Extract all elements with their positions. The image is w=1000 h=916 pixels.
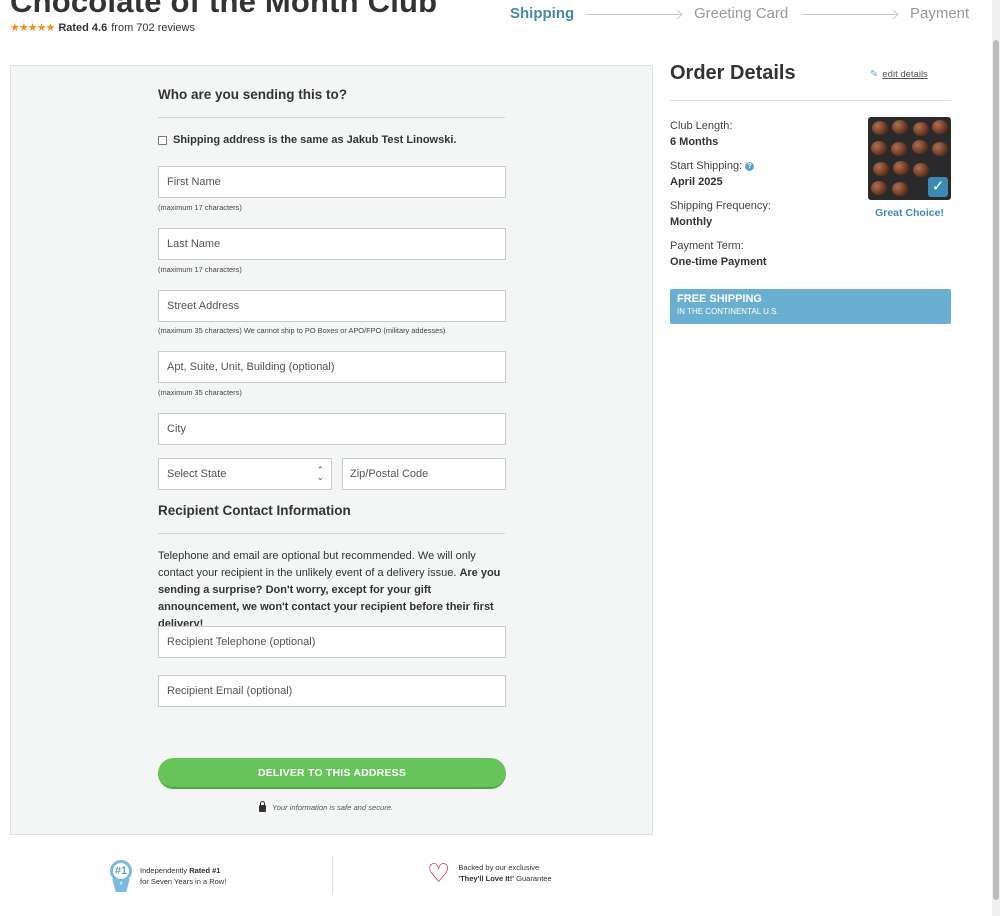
- contact-heading: Recipient Contact Information: [158, 503, 351, 518]
- badge-text-line2: for Seven Years in a Row!: [140, 877, 227, 886]
- zip-code-field[interactable]: Zip/Postal Code: [342, 458, 506, 490]
- product-thumbnail-image: ✓: [868, 117, 951, 200]
- state-select-value: Select State: [167, 468, 227, 480]
- street-address-field[interactable]: Street Address: [158, 290, 506, 322]
- step-arrow-icon: [802, 14, 897, 15]
- step-arrow-icon: [586, 14, 681, 15]
- scrollbar-thumb[interactable]: [993, 40, 999, 900]
- lock-icon: [259, 801, 266, 812]
- start-shipping: Start Shipping:? April 2025: [670, 160, 755, 188]
- start-shipping-label: Start Shipping:: [670, 160, 743, 172]
- divider: [158, 533, 505, 534]
- badge-text: Independently Rated #1 for Seven Years i…: [140, 865, 226, 887]
- chocolate-piece: [912, 140, 928, 154]
- recipient-phone-field[interactable]: Recipient Telephone (optional): [158, 626, 506, 658]
- contact-info-normal: Telephone and email are optional but rec…: [158, 550, 476, 579]
- shipping-frequency-value: Monthly: [670, 216, 713, 228]
- divider: [158, 117, 505, 118]
- guarantee-badge: ♡ Backed by our exclusive 'They'll Love …: [427, 860, 552, 886]
- shipping-frequency: Shipping Frequency: Monthly: [670, 200, 771, 228]
- checkout-page: Chocolate of the Month Club ★★★★★ Rated …: [0, 0, 1000, 916]
- state-select[interactable]: Select State ⌃ ⌄: [158, 458, 332, 490]
- club-length-value: 6 Months: [670, 136, 719, 148]
- badge-text-bold: Rated #1: [189, 866, 221, 875]
- chocolate-piece: [891, 142, 907, 156]
- shipping-frequency-label: Shipping Frequency:: [670, 200, 771, 212]
- apt-suite-field[interactable]: Apt, Suite, Unit, Building (optional): [158, 351, 506, 383]
- chocolate-piece: [932, 120, 948, 134]
- shipping-form-panel: Who are you sending this to? Shipping ad…: [10, 65, 653, 835]
- guarantee-line1: Backed by our exclusive: [458, 863, 540, 872]
- secure-note-text: Your information is safe and secure.: [272, 803, 394, 812]
- first-name-field[interactable]: First Name: [158, 166, 506, 198]
- free-shipping-title: FREE SHIPPING: [677, 293, 762, 305]
- recipient-email-field[interactable]: Recipient Email (optional): [158, 675, 506, 707]
- last-name-hint: (maximum 17 characters): [158, 265, 242, 274]
- first-name-hint: (maximum 17 characters): [158, 203, 242, 212]
- chocolate-piece: [913, 122, 929, 136]
- product-rating: ★★★★★ Rated 4.6 from 702 reviews: [10, 21, 195, 35]
- rated-number-one-badge: #1 Independently Rated #1 for Seven Year…: [110, 860, 226, 892]
- club-length-label: Club Length:: [670, 120, 733, 132]
- deliver-to-address-button[interactable]: DELIVER TO THIS ADDRESS: [158, 758, 506, 789]
- checkout-steps: Shipping Greeting Card Payment: [510, 5, 970, 25]
- edit-details-link[interactable]: ✎ edit details: [870, 69, 928, 80]
- city-field[interactable]: City: [158, 413, 506, 445]
- step-payment: Payment: [910, 5, 970, 22]
- chocolate-piece: [871, 181, 887, 195]
- divider: [670, 100, 951, 101]
- payment-term-label: Payment Term:: [670, 240, 744, 252]
- chocolate-piece: [871, 141, 887, 155]
- page-scrollbar[interactable]: [992, 0, 1000, 916]
- chocolate-piece: [892, 120, 908, 134]
- product-title: Chocolate of the Month Club: [10, 0, 438, 19]
- apt-suite-hint: (maximum 35 characters): [158, 388, 242, 397]
- order-details-title: Order Details: [670, 62, 796, 84]
- chocolate-piece: [913, 163, 929, 177]
- selected-check-icon: ✓: [928, 177, 948, 197]
- chocolate-piece: [873, 162, 889, 176]
- payment-term-value: One-time Payment: [670, 256, 767, 268]
- last-name-field[interactable]: Last Name: [158, 228, 506, 260]
- rating-stars-icon: ★★★★★: [10, 22, 55, 34]
- rating-count: from 702 reviews: [111, 21, 195, 34]
- guarantee-post: Guarantee: [514, 874, 552, 883]
- form-heading: Who are you sending this to?: [158, 87, 347, 102]
- heart-icon: ♡: [427, 858, 451, 888]
- street-address-hint: (maximum 35 characters) We cannot ship t…: [158, 326, 446, 335]
- chocolate-piece: [893, 161, 909, 175]
- same-address-label: Shipping address is the same as Jakub Te…: [173, 134, 457, 146]
- same-address-checkbox[interactable]: Shipping address is the same as Jakub Te…: [158, 134, 456, 146]
- help-icon[interactable]: ?: [745, 162, 755, 171]
- award-ribbon-icon: #1: [110, 860, 132, 892]
- start-shipping-value: April 2025: [670, 176, 723, 188]
- edit-details-label[interactable]: edit details: [882, 69, 927, 80]
- badge-text-pre: Independently: [140, 866, 190, 875]
- secure-note: Your information is safe and secure.: [259, 801, 394, 812]
- chocolate-piece: [872, 121, 888, 135]
- club-length: Club Length: 6 Months: [670, 120, 732, 148]
- chocolate-piece: [932, 142, 948, 156]
- footer-divider: [332, 856, 333, 894]
- contact-info-text: Telephone and email are optional but rec…: [158, 548, 508, 633]
- chocolate-piece: [892, 182, 908, 196]
- rating-value: Rated 4.6: [58, 21, 108, 34]
- guarantee-text: Backed by our exclusive 'They'll Love It…: [458, 862, 551, 884]
- step-greeting-card: Greeting Card: [694, 5, 789, 22]
- pencil-icon: ✎: [870, 69, 879, 80]
- award-ribbon-text: #1: [110, 860, 132, 882]
- select-caret-icon: ⌃ ⌄: [316, 465, 324, 482]
- free-shipping-subtitle: IN THE CONTINENTAL U.S.: [677, 307, 779, 316]
- checkbox-icon[interactable]: [158, 135, 167, 145]
- great-choice-label: Great Choice!: [875, 207, 944, 219]
- step-shipping: Shipping: [510, 5, 575, 22]
- payment-term: Payment Term: One-time Payment: [670, 240, 767, 268]
- free-shipping-banner: FREE SHIPPING IN THE CONTINENTAL U.S.: [670, 289, 951, 324]
- guarantee-bold: 'They'll Love It!': [458, 874, 515, 883]
